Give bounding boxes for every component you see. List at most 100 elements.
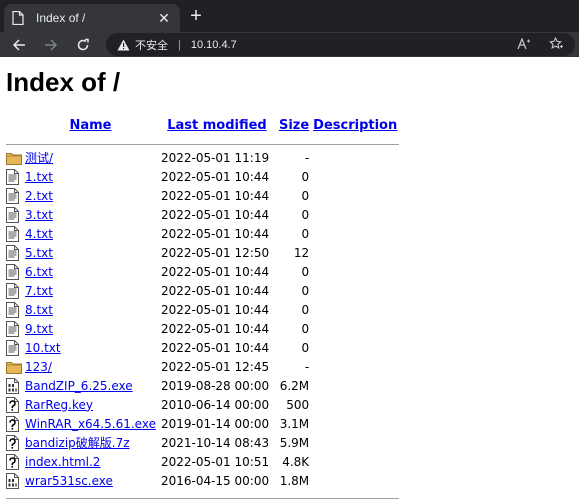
reload-icon[interactable]	[72, 34, 94, 56]
description-cell	[311, 452, 399, 471]
address-bar[interactable]: 不安全 | 10.10.4.7	[106, 33, 575, 56]
description-column-header: Description	[311, 118, 399, 137]
tab-active[interactable]: Index of / ✕	[4, 4, 180, 32]
listing-row: 10.txt 2022-05-01 10:44 0	[6, 338, 399, 357]
listing-row: 5.txt 2022-05-01 12:50 12	[6, 243, 399, 262]
folder-icon	[6, 357, 24, 376]
modified-cell: 2019-01-14 00:00	[160, 416, 270, 431]
description-cell	[311, 148, 399, 167]
listing-row: wrar531sc.exe 2016-04-15 00:00 1.8M	[6, 471, 399, 490]
forward-arrow-icon[interactable]	[40, 34, 62, 56]
modified-cell: 2022-05-01 10:51	[160, 454, 270, 469]
description-cell	[311, 433, 399, 452]
listing-row: WinRAR_x64.5.61.exe 2019-01-14 00:00 3.1M	[6, 414, 399, 433]
unknown-file-icon	[6, 452, 24, 471]
sort-by-modified-link[interactable]: Last modified	[167, 118, 267, 133]
size-cell: 6.2M	[279, 378, 310, 393]
folder-icon	[6, 148, 24, 167]
file-link[interactable]: 7.txt	[25, 284, 53, 298]
file-link[interactable]: WinRAR_x64.5.61.exe	[25, 417, 156, 431]
listing-row: 2.txt 2022-05-01 10:44 0	[6, 186, 399, 205]
file-link[interactable]: 1.txt	[25, 170, 53, 184]
text-file-icon	[6, 319, 24, 338]
new-tab-button[interactable]: +	[186, 6, 206, 26]
file-link[interactable]: 2.txt	[25, 189, 53, 203]
page-content: Index of / Name Last modified Size Descr…	[0, 57, 579, 501]
size-cell: 0	[301, 226, 310, 241]
file-link[interactable]: 3.txt	[25, 208, 53, 222]
size-cell: 0	[301, 264, 310, 279]
size-cell: -	[304, 359, 310, 374]
text-file-icon	[6, 243, 24, 262]
modified-cell: 2022-05-01 12:45	[160, 359, 270, 374]
size-cell: 12	[293, 245, 310, 260]
size-cell: 1.8M	[279, 473, 310, 488]
file-link[interactable]: RarReg.key	[25, 398, 93, 412]
header-divider	[6, 137, 400, 148]
sort-by-name-link[interactable]: Name	[69, 118, 111, 133]
tab-close-icon[interactable]: ✕	[156, 10, 172, 27]
listing-row: 4.txt 2022-05-01 10:44 0	[6, 224, 399, 243]
address-separator: |	[178, 38, 181, 51]
listing-body: 测试/2022-05-01 11:19 - 1.txt 2022-05-01 10:4…	[6, 148, 399, 490]
listing-row: 3.txt 2022-05-01 10:44 0	[6, 205, 399, 224]
listing-row: bandizip破解版.7z 2021-10-14 08:43 5.9M	[6, 433, 399, 452]
modified-cell: 2010-06-14 00:00	[160, 397, 270, 412]
description-cell	[311, 281, 399, 300]
read-aloud-icon[interactable]	[515, 35, 533, 53]
file-link[interactable]: 5.txt	[25, 246, 53, 260]
file-link[interactable]: bandizip破解版.7z	[25, 436, 130, 450]
size-cell: 4.8K	[282, 454, 310, 469]
text-file-icon	[6, 167, 24, 186]
description-cell	[311, 357, 399, 376]
file-link[interactable]: index.html.2	[25, 455, 100, 469]
file-link[interactable]: 8.txt	[25, 303, 53, 317]
file-link[interactable]: 123/	[25, 360, 52, 374]
url-text[interactable]: 10.10.4.7	[191, 39, 237, 51]
size-cell: 3.1M	[279, 416, 310, 431]
listing-row: 1.txt 2022-05-01 10:44 0	[6, 167, 399, 186]
size-cell: 5.9M	[279, 435, 310, 450]
directory-listing: Name Last modified Size Description 测试/2…	[6, 118, 400, 501]
size-cell: 500	[286, 397, 310, 412]
tab-strip: Index of / ✕ +	[0, 0, 579, 32]
file-link[interactable]: 测试/	[25, 151, 53, 165]
text-file-icon	[6, 205, 24, 224]
description-cell	[311, 395, 399, 414]
modified-column-header: Last modified	[157, 118, 277, 137]
unknown-file-icon	[6, 414, 24, 433]
description-cell	[311, 262, 399, 281]
listing-row: 123/2022-05-01 12:45 -	[6, 357, 399, 376]
listing-row: 6.txt 2022-05-01 10:44 0	[6, 262, 399, 281]
footer-divider	[6, 490, 400, 501]
page-heading: Index of /	[6, 67, 121, 97]
file-link[interactable]: wrar531sc.exe	[25, 474, 113, 488]
modified-cell: 2022-05-01 10:44	[160, 207, 270, 222]
listing-row: 8.txt 2022-05-01 10:44 0	[6, 300, 399, 319]
size-cell: 0	[301, 207, 310, 222]
sort-by-size-link[interactable]: Size	[279, 118, 309, 133]
sort-by-description-link[interactable]: Description	[313, 118, 397, 133]
file-link[interactable]: 9.txt	[25, 322, 53, 336]
warning-icon[interactable]	[116, 38, 130, 52]
size-cell: 0	[301, 321, 310, 336]
size-cell: 0	[301, 302, 310, 317]
modified-cell: 2016-04-15 00:00	[160, 473, 270, 488]
listing-row: RarReg.key 2010-06-14 00:00 500	[6, 395, 399, 414]
page-icon	[12, 10, 26, 26]
unknown-file-icon	[6, 433, 24, 452]
listing-row: index.html.2 2022-05-01 10:51 4.8K	[6, 452, 399, 471]
file-link[interactable]: 6.txt	[25, 265, 53, 279]
file-link[interactable]: BandZIP_6.25.exe	[25, 379, 133, 393]
listing-row: BandZIP_6.25.exe 2019-08-28 00:00 6.2M	[6, 376, 399, 395]
file-link[interactable]: 10.txt	[25, 341, 61, 355]
favorite-star-icon[interactable]	[547, 35, 565, 53]
security-label[interactable]: 不安全	[135, 37, 168, 53]
text-file-icon	[6, 224, 24, 243]
description-cell	[311, 338, 399, 357]
modified-cell: 2022-05-01 10:44	[160, 340, 270, 355]
file-link[interactable]: 4.txt	[25, 227, 53, 241]
back-arrow-icon[interactable]	[8, 34, 30, 56]
size-cell: 0	[301, 169, 310, 184]
listing-row: 测试/2022-05-01 11:19 -	[6, 148, 399, 167]
